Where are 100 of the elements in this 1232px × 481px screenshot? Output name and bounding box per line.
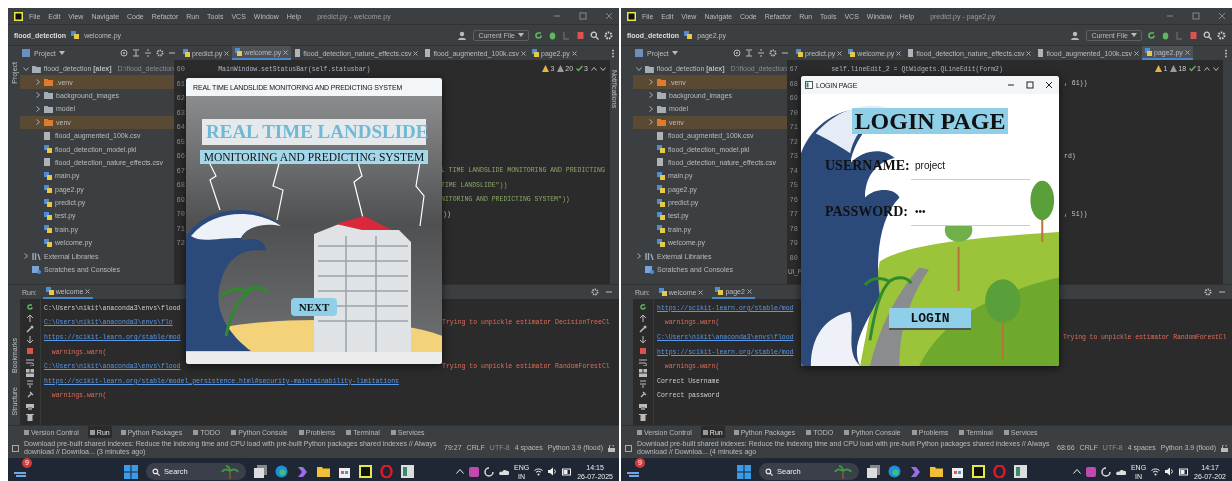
speaker-icon[interactable] <box>1165 467 1175 476</box>
rerun-icon[interactable] <box>534 30 543 40</box>
chevron-up-icon[interactable] <box>456 469 464 474</box>
folder-icon[interactable] <box>317 465 330 478</box>
more-icon[interactable] <box>611 48 615 58</box>
browser-o-icon[interactable] <box>993 465 1006 478</box>
task-view-icon[interactable] <box>254 465 267 478</box>
soft-wrap-icon[interactable] <box>26 358 34 366</box>
message-icon[interactable] <box>12 444 19 452</box>
ide-app-icon[interactable] <box>359 465 372 478</box>
lock-icon[interactable] <box>608 444 615 452</box>
search-icon[interactable] <box>1203 30 1212 40</box>
chevron-icon[interactable] <box>636 253 642 260</box>
print-icon[interactable] <box>639 402 647 410</box>
python-file-icon <box>1145 48 1152 56</box>
battery-icon[interactable] <box>1179 467 1190 476</box>
up-arrow-icon[interactable] <box>26 314 34 322</box>
settings-icon[interactable] <box>591 288 599 296</box>
hide-icon[interactable] <box>1218 288 1226 296</box>
chevron-icon[interactable] <box>648 79 654 86</box>
rerun-icon[interactable] <box>1147 30 1156 40</box>
wifi-icon[interactable] <box>1151 467 1161 476</box>
chevron-icon[interactable] <box>648 92 654 99</box>
close-icon[interactable] <box>1045 81 1053 89</box>
hide-icon[interactable] <box>605 288 613 296</box>
assistant-icon[interactable] <box>909 465 922 478</box>
chevron-icon[interactable] <box>35 92 41 99</box>
chevron-icon[interactable] <box>23 253 29 260</box>
browser-icon[interactable] <box>275 465 288 478</box>
settings-icon[interactable] <box>1204 288 1212 296</box>
debug-icon[interactable] <box>548 30 557 40</box>
windows-logo-icon[interactable] <box>737 464 751 479</box>
settings-icon[interactable] <box>769 49 777 57</box>
up-arrow-icon[interactable] <box>639 314 647 322</box>
trash-icon[interactable] <box>26 413 34 421</box>
locate-icon[interactable] <box>120 49 128 57</box>
rerun-icon[interactable] <box>639 303 647 311</box>
collapse-all-icon[interactable] <box>144 49 152 57</box>
chevron-icon[interactable] <box>636 65 642 72</box>
folder-icon[interactable] <box>930 465 943 478</box>
store-icon[interactable] <box>338 465 351 478</box>
print-icon[interactable] <box>26 402 34 410</box>
collapse-all-icon[interactable] <box>757 49 765 57</box>
more-icon[interactable] <box>1224 48 1228 58</box>
login-button[interactable]: LOGIN <box>889 308 971 330</box>
chevron-icon[interactable] <box>648 105 654 112</box>
minimize-icon[interactable] <box>1007 81 1015 89</box>
user-icon[interactable] <box>1071 30 1082 40</box>
message-icon[interactable] <box>625 444 632 452</box>
settings-icon[interactable] <box>1217 30 1226 40</box>
settings-icon[interactable] <box>156 49 164 57</box>
search-icon[interactable] <box>590 30 599 40</box>
chevron-icon[interactable] <box>648 119 654 126</box>
rerun-icon[interactable] <box>26 303 34 311</box>
locate-icon[interactable] <box>733 49 741 57</box>
chevron-icon[interactable] <box>35 105 41 112</box>
wifi-icon[interactable] <box>534 467 544 476</box>
debug-icon[interactable] <box>1161 30 1170 40</box>
wrench-icon[interactable] <box>639 325 647 333</box>
chevron-up-icon[interactable] <box>1072 469 1081 474</box>
hide-icon[interactable] <box>781 49 789 57</box>
window-app-icon[interactable] <box>1014 465 1027 478</box>
wrench-icon[interactable] <box>26 325 34 333</box>
expand-all-icon[interactable] <box>745 49 753 57</box>
task-view-icon[interactable] <box>867 465 880 478</box>
tray-app-icon[interactable] <box>484 466 494 477</box>
speaker-icon[interactable] <box>548 467 558 476</box>
layout-icon[interactable] <box>639 369 647 377</box>
next-button[interactable]: NEXT <box>290 298 338 316</box>
browser-o-icon[interactable] <box>380 465 393 478</box>
scroll-to-end-icon[interactable] <box>26 380 34 388</box>
windows-logo-icon[interactable] <box>124 464 138 479</box>
battery-icon[interactable] <box>562 467 573 476</box>
ide-app-icon[interactable] <box>972 465 985 478</box>
expand-all-icon[interactable] <box>132 49 140 57</box>
down-arrow-icon[interactable] <box>26 336 34 344</box>
pin-icon[interactable] <box>639 391 647 399</box>
chevron-icon[interactable] <box>23 65 29 72</box>
assistant-icon[interactable] <box>296 465 309 478</box>
stop-icon[interactable] <box>639 347 647 355</box>
browser-icon[interactable] <box>888 465 901 478</box>
maximize-icon[interactable] <box>1026 81 1034 89</box>
chevron-icon[interactable] <box>35 79 41 86</box>
pin-icon[interactable] <box>26 391 34 399</box>
stop-icon[interactable] <box>26 347 34 355</box>
tray-app-icon[interactable] <box>1100 466 1111 477</box>
lock-icon[interactable] <box>1221 444 1228 452</box>
window-app-icon[interactable] <box>401 465 414 478</box>
stop-icon[interactable] <box>576 30 585 40</box>
chevron-icon[interactable] <box>35 119 41 126</box>
store-icon[interactable] <box>951 465 964 478</box>
user-icon[interactable] <box>458 30 469 40</box>
trash-icon[interactable] <box>639 413 647 421</box>
soft-wrap-icon[interactable] <box>639 358 647 366</box>
layout-icon[interactable] <box>26 369 34 377</box>
settings-icon[interactable] <box>604 30 613 40</box>
stop-icon[interactable] <box>1189 30 1198 40</box>
down-arrow-icon[interactable] <box>639 336 647 344</box>
hide-icon[interactable] <box>168 49 176 57</box>
scroll-to-end-icon[interactable] <box>639 380 647 388</box>
